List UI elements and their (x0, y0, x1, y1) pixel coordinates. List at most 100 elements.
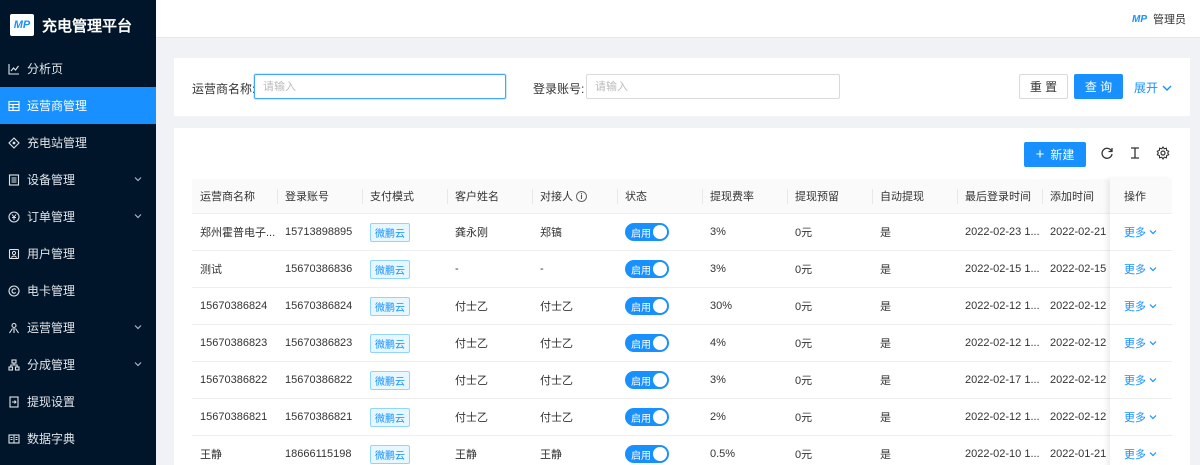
cell-value: 王静 (455, 449, 477, 461)
cell-value: 是 (880, 264, 891, 276)
column-header-label: 支付模式 (370, 191, 414, 203)
info-circle-icon[interactable]: i (576, 190, 587, 202)
cell-operator-name: 15670386823 (192, 325, 277, 361)
cell-value: 15670386836 (285, 263, 353, 275)
cell-withdraw-reserve: 0元 (787, 362, 872, 398)
cell-contact-person: 付士乙 (532, 325, 617, 361)
user-menu[interactable]: MP 管理员 (1132, 11, 1186, 27)
new-button[interactable]: + 新建 (1024, 142, 1086, 167)
cell-operator-name: 测试 (192, 251, 277, 287)
column-height-icon[interactable] (1128, 146, 1142, 160)
line-chart-icon (8, 63, 20, 75)
expand-link[interactable]: 展开 (1134, 79, 1172, 96)
sidebar-item-label: 充电站管理 (27, 136, 88, 150)
sidebar-item[interactable]: 提现设置 (0, 383, 156, 420)
status-toggle[interactable]: 启用 (625, 445, 669, 463)
cell-value: 2022-02-17 1... (965, 374, 1040, 386)
more-dropdown[interactable]: 更多 (1124, 446, 1157, 462)
cell-withdraw-reserve: 0元 (787, 251, 872, 287)
list-icon (8, 173, 20, 186)
operator-table: 运营商名称 登录账号 支付模式 客户姓名 对接人 i 状态 提现费率 提现预留 自动提现 最后登录时… (192, 179, 1172, 465)
cell-withdraw-rate: 2% (702, 399, 787, 435)
setting-icon[interactable] (1156, 146, 1170, 160)
sidebar-item[interactable]: 分成管理 (0, 346, 156, 383)
reset-button[interactable]: 重 置 (1019, 74, 1068, 99)
cell-value: 30% (710, 300, 733, 312)
cell-value: 15670386824 (285, 300, 353, 312)
table-row: 15670386824 15670386824 微鹏云 付士乙 付士乙 启用 30% 0元 是 2… (192, 288, 1172, 325)
pay-mode-tag: 微鹏云 (370, 296, 410, 316)
cell-last-login-time: 2022-02-12 1... (957, 288, 1042, 324)
column-header-label: 自动提现 (880, 191, 924, 203)
cell-value: 付士乙 (540, 412, 573, 424)
sidebar-item[interactable]: 设备管理 (0, 161, 156, 198)
table-header: 运营商名称 登录账号 支付模式 客户姓名 对接人 i 状态 提现费率 提现预留 自动提现 最后登录时… (192, 179, 1172, 214)
cell-operation: 更多 (1110, 251, 1172, 288)
more-dropdown[interactable]: 更多 (1124, 335, 1157, 351)
status-toggle[interactable]: 启用 (625, 334, 669, 352)
cell-last-login-time: 2022-02-15 1... (957, 251, 1042, 287)
more-dropdown[interactable]: 更多 (1124, 409, 1157, 425)
reload-icon[interactable] (1100, 146, 1114, 160)
sidebar-item[interactable]: 充电站管理 (0, 124, 156, 161)
sidebar-item[interactable]: 分析页 (0, 50, 156, 87)
export-icon (8, 395, 20, 408)
sidebar-item[interactable]: 电卡管理 (0, 272, 156, 309)
status-toggle[interactable]: 启用 (625, 297, 669, 315)
cell-value: 0元 (795, 375, 813, 387)
column-header-withdraw-reserve: 提现预留 (787, 179, 872, 213)
cell-value: 2022-02-21 1 (1050, 226, 1116, 238)
more-dropdown[interactable]: 更多 (1124, 261, 1157, 277)
cell-value: 是 (880, 375, 891, 387)
cell-value: 2022-01-21 1 (1050, 448, 1116, 460)
cell-value: 0元 (795, 264, 813, 276)
sidebar-item[interactable]: 数据字典 (0, 420, 156, 457)
cell-value: 测试 (200, 264, 222, 276)
cell-value: 15670386823 (200, 337, 268, 349)
status-toggle[interactable]: 启用 (625, 260, 669, 278)
sidebar-item[interactable]: 订单管理 (0, 198, 156, 235)
cell-operation: 更多 (1110, 399, 1172, 436)
sidebar-item[interactable]: 用户管理 (0, 235, 156, 272)
status-toggle[interactable]: 启用 (625, 408, 669, 426)
cell-pay-mode: 微鹏云 (362, 325, 447, 361)
cell-status: 启用 (617, 251, 702, 287)
cell-value: 0元 (795, 301, 813, 313)
cell-pay-mode: 微鹏云 (362, 399, 447, 435)
cell-status: 启用 (617, 399, 702, 435)
user-name: 管理员 (1153, 14, 1186, 26)
sidebar-item[interactable]: 运营商管理 (0, 87, 156, 124)
cell-status: 启用 (617, 325, 702, 361)
more-dropdown[interactable]: 更多 (1124, 224, 1157, 240)
cell-customer-name: 付士乙 (447, 288, 532, 324)
sidebar-item[interactable]: 运营管理 (0, 309, 156, 346)
cell-value: - (540, 263, 544, 275)
table-row: 郑州霍普电子... 15713898895 微鹏云 龚永刚 郑镐 启用 3% 0元 是 2022-… (192, 214, 1172, 251)
more-dropdown[interactable]: 更多 (1124, 372, 1157, 388)
cell-value: 2022-02-12 1... (965, 411, 1040, 423)
column-header-label: 提现费率 (710, 191, 754, 203)
cell-customer-name: 付士乙 (447, 399, 532, 435)
cell-operation: 更多 (1110, 325, 1172, 362)
cell-operator-name: 15670386821 (192, 399, 277, 435)
cell-value: 2022-02-12 1 (1050, 411, 1116, 423)
status-toggle[interactable]: 启用 (625, 223, 669, 241)
cell-value: 3% (710, 263, 726, 275)
cell-value: 2022-02-15 1 (1050, 263, 1116, 275)
column-header-last-login-time: 最后登录时间 (957, 179, 1042, 213)
more-dropdown[interactable]: 更多 (1124, 298, 1157, 314)
login-account-label: 登录账号: (533, 82, 585, 96)
cell-withdraw-reserve: 0元 (787, 436, 872, 465)
operator-name-input[interactable] (254, 74, 506, 99)
expand-label: 展开 (1134, 81, 1159, 95)
chevron-down-icon (134, 362, 142, 367)
query-button[interactable]: 查 询 (1074, 74, 1123, 99)
cell-value: 15670386822 (285, 374, 353, 386)
login-account-input[interactable] (586, 74, 840, 99)
chevron-down-icon (134, 325, 142, 330)
table-row: 15670386823 15670386823 微鹏云 付士乙 付士乙 启用 4% 0元 是 20… (192, 325, 1172, 362)
status-toggle[interactable]: 启用 (625, 371, 669, 389)
cell-value: 2022-02-12 1 (1050, 337, 1116, 349)
sidebar-item-label: 数据字典 (27, 432, 76, 446)
table-icon (8, 100, 20, 112)
